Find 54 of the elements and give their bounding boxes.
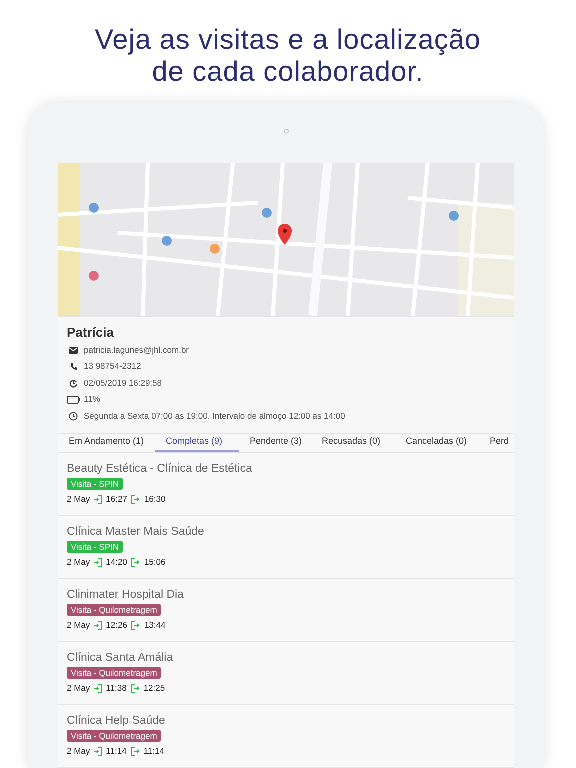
visit-date: 2 May <box>67 745 90 758</box>
visit-date: 2 May <box>67 493 90 506</box>
visit-title: Clínica Santa Amália <box>67 651 174 666</box>
email-text: patricia.lagunes@jhl.com.br <box>84 344 190 357</box>
check-out-time: 11:14 <box>144 745 164 758</box>
check-in-icon <box>94 558 102 567</box>
status-tab[interactable]: Perd <box>479 434 514 452</box>
check-out-time: 16:30 <box>144 493 166 506</box>
battery-icon <box>67 396 80 404</box>
check-in-icon <box>94 746 102 756</box>
visit-date: 2 May <box>67 556 90 569</box>
check-in-time: 12:26 <box>106 619 128 632</box>
visit-title: Clínica Help Saúde <box>67 714 166 729</box>
visit-date: 2 May <box>67 619 90 632</box>
check-out-icon <box>130 684 140 693</box>
employee-name: Patrícia <box>67 324 115 342</box>
battery-level-text: 11% <box>84 393 100 406</box>
check-in-icon <box>94 620 102 630</box>
visit-title: Clinimater Hospital Dia <box>67 588 184 603</box>
last-update-text: 02/05/2019 16:29:58 <box>84 376 162 390</box>
check-out-icon <box>131 620 140 630</box>
check-out-time: 12:25 <box>144 682 166 695</box>
visit-type-tag: Visita - SPIN <box>67 478 124 490</box>
status-tab[interactable]: Canceladas (0) <box>395 434 479 452</box>
check-out-icon <box>130 746 140 756</box>
check-out-time: 15:06 <box>144 556 166 569</box>
status-tab[interactable]: Pendente (3) <box>239 434 311 452</box>
schedule-text: Segunda a Sexta 07:00 as 19:00. Intervalo de almoço 12:00 as 14:00 <box>84 410 346 423</box>
refresh-clock-icon <box>69 378 78 388</box>
check-out-icon <box>131 558 140 567</box>
phone-text: 13 98754-2312 <box>84 360 142 374</box>
headline-line: de cada colaborador. <box>152 56 424 88</box>
check-in-icon <box>94 494 102 504</box>
visit-type-tag: Visita - Quilometragem <box>67 604 162 616</box>
visit-type-tag: Visita - Quilometragem <box>67 730 162 742</box>
check-out-time: 13:44 <box>144 619 166 632</box>
check-in-icon <box>94 684 102 693</box>
check-in-time: 11:38 <box>106 682 127 695</box>
check-out-icon <box>131 494 140 504</box>
phone-icon <box>70 362 78 371</box>
headline-line: Veja as visitas e a localização <box>95 24 481 56</box>
visit-title: Clínica Master Mais Saúde <box>67 525 204 540</box>
visit-title: Beauty Estética - Clínica de Estética <box>67 462 252 477</box>
status-tab[interactable]: Em Andamento (1) <box>58 434 155 452</box>
clock-icon <box>69 412 78 421</box>
check-in-time: 16:27 <box>106 493 128 506</box>
envelope-icon <box>69 346 78 354</box>
check-in-time: 14:20 <box>106 556 128 569</box>
camera-icon <box>284 129 288 134</box>
status-tab[interactable]: Recusadas (0) <box>311 434 395 452</box>
check-in-time: 11:14 <box>106 745 127 758</box>
visit-date: 2 May <box>67 682 90 695</box>
visit-type-tag: Visita - Quilometragem <box>67 667 162 679</box>
visit-type-tag: Visita - SPIN <box>67 541 124 553</box>
